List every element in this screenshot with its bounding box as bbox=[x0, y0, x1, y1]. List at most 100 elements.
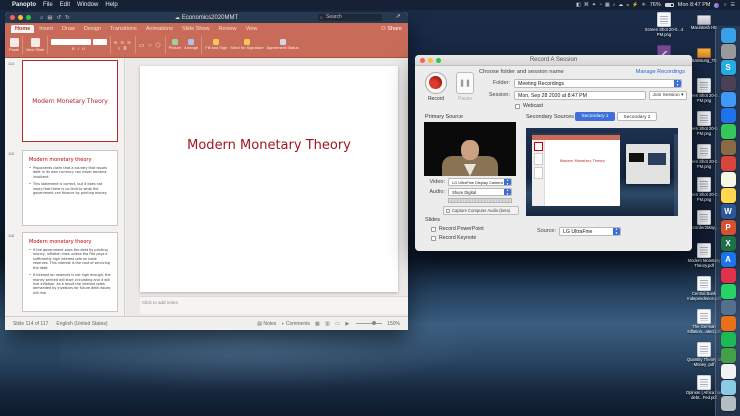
dock-app-icon[interactable] bbox=[720, 364, 736, 379]
dock-app-icon[interactable] bbox=[720, 44, 736, 59]
dialog-titlebar[interactable]: Record A Session bbox=[415, 55, 692, 66]
search-input[interactable]: Search bbox=[318, 14, 382, 21]
status-icon[interactable]: ♪ bbox=[613, 2, 616, 8]
send-for-signature-button[interactable]: Send for Signature bbox=[230, 39, 264, 50]
notes-pane[interactable]: Click to add notes bbox=[140, 296, 408, 314]
record-keynote-row[interactable]: Record Keynote bbox=[431, 235, 476, 241]
audio-stepper-icon[interactable]: ▲ ▼ bbox=[504, 189, 511, 195]
manage-recordings-link[interactable]: Manage Recordings bbox=[636, 69, 685, 75]
ribbon-tab[interactable]: Review bbox=[214, 25, 240, 34]
slide-thumbnail-114[interactable]: Modern Monetary Theory bbox=[22, 60, 118, 142]
dock-app-icon[interactable] bbox=[720, 188, 736, 203]
close-window-button[interactable] bbox=[10, 15, 15, 20]
menu-item[interactable]: Window bbox=[77, 2, 98, 8]
pause-button[interactable]: ❚❚ bbox=[456, 72, 474, 94]
dock-app-icon[interactable] bbox=[720, 284, 736, 299]
dock-app-icon[interactable]: W bbox=[720, 204, 736, 219]
dock-app-icon[interactable]: A bbox=[720, 252, 736, 267]
slide-thumbnail-panel[interactable]: 114 Modern Monetary Theory 115 Modern mo… bbox=[5, 58, 125, 316]
folder-dropdown[interactable]: Meeting Recordings ▲ ▼ bbox=[514, 79, 682, 88]
dock-app-icon[interactable] bbox=[720, 108, 736, 123]
share-button[interactable]: ⚇ Share bbox=[381, 26, 402, 34]
notes-placeholder[interactable]: Click to add notes bbox=[142, 300, 408, 305]
dock-app-icon[interactable]: X bbox=[720, 236, 736, 251]
paste-button[interactable]: Paste bbox=[9, 37, 19, 52]
home-icon[interactable]: ⌂ bbox=[40, 15, 43, 21]
close-dialog-button[interactable] bbox=[420, 57, 425, 63]
share-icon[interactable]: ↗ bbox=[394, 14, 402, 21]
audio-source-dropdown[interactable]: Shure Digital ▲ ▼ bbox=[448, 188, 512, 196]
capture-computer-audio-row[interactable]: Capture Computer Audio (beta) bbox=[443, 206, 519, 215]
menu-item[interactable]: File bbox=[43, 2, 53, 8]
ribbon-tab[interactable]: Insert bbox=[35, 25, 57, 34]
spotlight-icon[interactable]: ○ bbox=[723, 2, 726, 8]
undo-icon[interactable]: ↺ bbox=[57, 15, 62, 21]
dock-app-icon[interactable] bbox=[720, 332, 736, 347]
tab-secondary-1[interactable]: Secondary 1 bbox=[575, 112, 615, 121]
minimize-window-button[interactable] bbox=[18, 15, 23, 20]
webcast-checkbox[interactable] bbox=[515, 103, 520, 109]
dock-app-icon[interactable] bbox=[720, 316, 736, 331]
status-icon[interactable]: ⌘ bbox=[584, 2, 589, 8]
ribbon-tab[interactable]: Animations bbox=[142, 25, 177, 34]
session-name-input[interactable]: Mon, Sep 28 2020 at 8:47 PM bbox=[514, 91, 646, 100]
dock-app-icon[interactable] bbox=[720, 124, 736, 139]
dock-app-icon[interactable] bbox=[720, 76, 736, 91]
folder-stepper-icon[interactable]: ▲ ▼ bbox=[674, 80, 681, 87]
shapes-group[interactable]: ▭ ○ ⬠ bbox=[139, 42, 162, 49]
font-name-dropdown[interactable] bbox=[51, 39, 92, 45]
status-icon[interactable]: ◒ bbox=[626, 2, 629, 8]
slide-thumbnail-115[interactable]: Modern monetary theory • Proponents claim… bbox=[22, 150, 118, 226]
dock-app-icon[interactable] bbox=[720, 156, 736, 171]
ribbon-tab[interactable]: Slide Show bbox=[178, 25, 214, 34]
record-powerpoint-checkbox[interactable] bbox=[431, 226, 436, 232]
record-keynote-checkbox[interactable] bbox=[431, 235, 436, 241]
siri-icon[interactable] bbox=[714, 2, 720, 8]
slide-title-text[interactable]: Modern Monetary Theory bbox=[140, 138, 398, 153]
ribbon-tab[interactable]: Home bbox=[11, 24, 35, 33]
redo-icon[interactable]: ↻ bbox=[65, 15, 70, 21]
minimize-dialog-button[interactable] bbox=[428, 57, 433, 63]
align-buttons[interactable]: ☰ ☰ ☰ bbox=[114, 40, 132, 45]
dock-app-icon[interactable] bbox=[720, 348, 736, 363]
ribbon-tab[interactable]: Design bbox=[80, 25, 105, 34]
record-powerpoint-row[interactable]: Record PowerPoint bbox=[431, 226, 484, 232]
status-icon[interactable]: ◔ bbox=[599, 2, 602, 8]
comments-toggle[interactable]: ◗ Comments bbox=[281, 321, 310, 327]
view-mode-buttons[interactable]: ▦ ▥ ▭ ▶ bbox=[315, 321, 351, 327]
record-button[interactable] bbox=[425, 72, 447, 94]
video-stepper-icon[interactable]: ▲ ▼ bbox=[504, 179, 511, 185]
tab-secondary-2[interactable]: Secondary 2 bbox=[617, 112, 657, 121]
zoom-dialog-button[interactable] bbox=[436, 57, 441, 63]
status-icon[interactable]: ☁ bbox=[618, 2, 623, 8]
desktop-icon[interactable]: Screen Shot 20-0...4 PM.png bbox=[644, 12, 684, 45]
font-style-buttons[interactable]: B I U bbox=[72, 46, 86, 51]
menu-item[interactable]: Edit bbox=[60, 2, 70, 8]
menu-app-name[interactable]: Panopto bbox=[12, 2, 36, 8]
notes-toggle[interactable]: ▤ Notes bbox=[257, 321, 276, 327]
dock-app-icon[interactable]: S bbox=[720, 60, 736, 75]
dock-app-icon[interactable] bbox=[720, 380, 736, 395]
dock-app-icon[interactable] bbox=[720, 140, 736, 155]
dock-app-icon[interactable] bbox=[720, 396, 736, 411]
language-indicator[interactable]: English (United States) bbox=[56, 321, 107, 327]
ribbon-tab[interactable]: Draw bbox=[58, 25, 79, 34]
powerpoint-titlebar[interactable]: ⌂ ▤ ↺ ↻ ☁Economics2020MMT Search ↗ bbox=[5, 12, 408, 23]
fill-and-sign-button[interactable]: Fill and Sign bbox=[205, 39, 227, 50]
ribbon-tab[interactable]: View bbox=[242, 25, 262, 34]
dock-app-icon[interactable] bbox=[720, 300, 736, 315]
menu-item[interactable]: Help bbox=[105, 2, 117, 8]
status-icon[interactable]: ▦ bbox=[605, 2, 610, 8]
menu-clock[interactable]: Mon 8:47 PM bbox=[678, 2, 711, 8]
save-icon[interactable]: ▤ bbox=[47, 15, 52, 21]
zoom-slider[interactable] bbox=[356, 321, 383, 325]
status-icon[interactable]: ◧ bbox=[576, 2, 581, 8]
font-size-dropdown[interactable] bbox=[92, 39, 107, 45]
zoom-level[interactable]: 150% bbox=[387, 321, 400, 327]
source-stepper-icon[interactable]: ▲ ▼ bbox=[613, 228, 620, 235]
video-source-dropdown[interactable]: LG UltraFine Display Camera ▲ ▼ bbox=[448, 178, 512, 186]
webcast-checkbox-row[interactable]: Webcast bbox=[515, 103, 543, 109]
dock-app-icon[interactable] bbox=[720, 92, 736, 107]
screen-source-dropdown[interactable]: LG UltraFine ▲ ▼ bbox=[559, 227, 621, 236]
zoom-slider-knob[interactable] bbox=[371, 321, 376, 325]
